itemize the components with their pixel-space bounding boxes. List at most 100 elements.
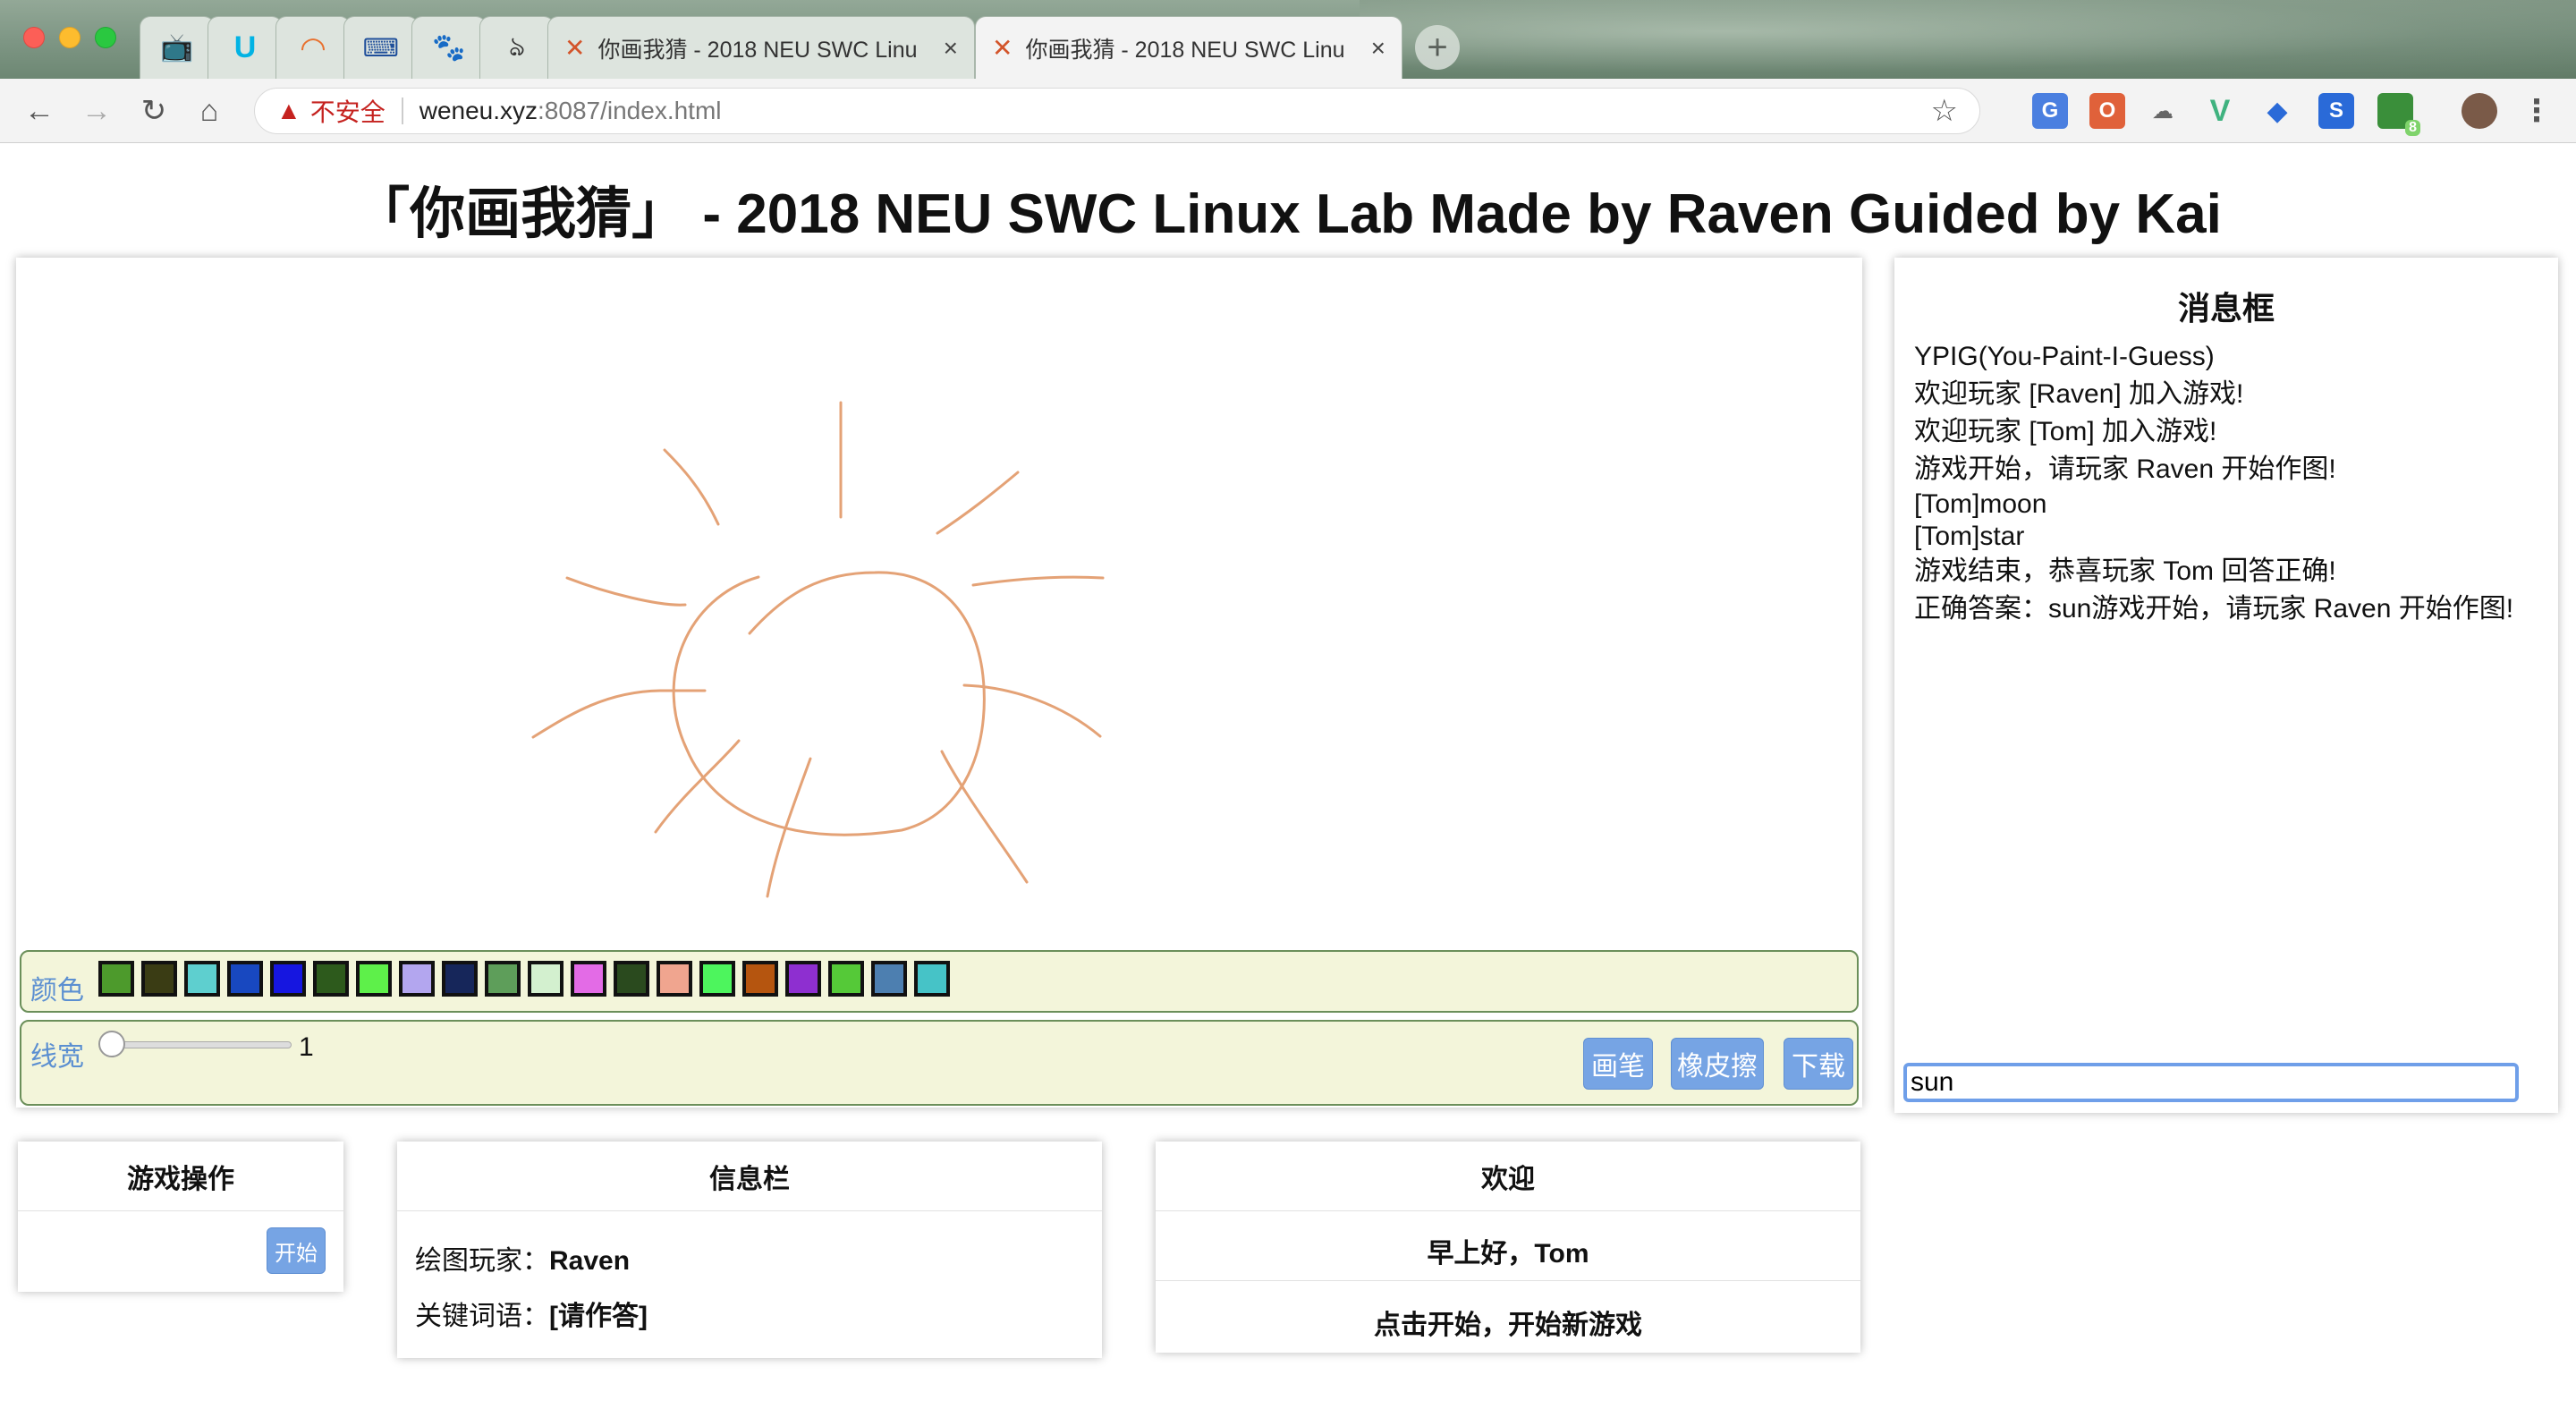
message-line: [Tom]star	[1914, 522, 2025, 551]
color-swatch[interactable]	[399, 961, 435, 997]
message-line: YPIG(You-Paint-I-Guess)	[1914, 342, 2215, 371]
keyword-value: [请作答]	[549, 1302, 648, 1331]
tab-close-icon[interactable]: ×	[944, 34, 958, 63]
tab-1[interactable]: ✕ 你画我猜 - 2018 NEU SWC Linu ×	[547, 16, 975, 79]
tab-close-icon[interactable]: ×	[1371, 34, 1385, 63]
reload-button[interactable]: ↻	[134, 91, 174, 131]
drawing-canvas[interactable]	[16, 258, 1862, 946]
browser-chrome: 📺 U ◠ ⌨ 🐾 ঌ ✕ 你画我猜 - 2018 NEU SWC Linu ×…	[0, 0, 2576, 143]
guess-input[interactable]	[1903, 1063, 2519, 1102]
welcome-panel: 欢迎 早上好，Tom 点击开始，开始新游戏	[1156, 1142, 1860, 1353]
keyword-label: 关键词语：	[415, 1302, 549, 1331]
tab-2[interactable]: ✕ 你画我猜 - 2018 NEU SWC Linu ×	[975, 16, 1402, 79]
loading-icon: ◠	[300, 30, 326, 65]
menu-kebab-icon[interactable]: ⋮	[2519, 93, 2555, 129]
tab-title: 你画我猜 - 2018 NEU SWC Linu	[1025, 37, 1345, 63]
color-palette-row: 颜色	[20, 950, 1859, 1013]
browser-toolbar: ← → ↻ ⌂ ▲ 不安全 weneu.xyz :8087/index.html…	[0, 79, 2576, 143]
game-operations-title: 游戏操作	[18, 1142, 343, 1211]
grid-extension-icon[interactable]: 8	[2377, 93, 2420, 136]
arrow-right-icon: →	[81, 93, 112, 128]
window-minimize-button[interactable]	[59, 27, 80, 48]
color-swatch[interactable]	[485, 961, 521, 997]
sun-ray-stroke	[663, 448, 720, 526]
extension-badge: 8	[2405, 120, 2420, 136]
line-width-row: 线宽 1 画笔 橡皮擦 下载	[20, 1020, 1859, 1106]
color-swatch[interactable]	[356, 961, 392, 997]
color-swatch[interactable]	[528, 961, 564, 997]
forward-button[interactable]: →	[77, 91, 116, 131]
message-box-title: 消息框	[2177, 290, 2275, 327]
sun-ray-stroke	[654, 739, 741, 834]
address-bar[interactable]: ▲ 不安全 weneu.xyz :8087/index.html ☆	[254, 88, 1980, 134]
arrow-left-icon: ←	[24, 93, 55, 128]
home-button[interactable]: ⌂	[190, 91, 229, 131]
color-swatch[interactable]	[614, 961, 649, 997]
cloud-extension-icon[interactable]: ☁	[2145, 93, 2181, 129]
sun-circle-stroke	[672, 571, 986, 836]
color-swatch[interactable]	[270, 961, 306, 997]
window-close-button[interactable]	[23, 27, 45, 48]
new-tab-button[interactable]: +	[1415, 25, 1460, 70]
message-line: 欢迎玩家 [Tom] 加入游戏!	[1914, 417, 2217, 446]
pinned-tab-devtools[interactable]: ⌨	[343, 16, 419, 79]
warning-icon: ▲	[276, 97, 301, 124]
message-box: 消息框 YPIG(You-Paint-I-Guess) 欢迎玩家 [Raven]…	[1894, 258, 2558, 1113]
back-button[interactable]: ←	[20, 91, 59, 131]
sun-ray-stroke	[940, 750, 1029, 884]
url-path: :8087/index.html	[538, 97, 722, 124]
window-maximize-button[interactable]	[95, 27, 116, 48]
keyword-info: 关键词语：[请作答]	[415, 1294, 648, 1333]
color-swatch[interactable]	[785, 961, 821, 997]
bookmark-star-icon[interactable]: ☆	[1931, 93, 1958, 129]
color-swatch[interactable]	[699, 961, 735, 997]
url-host: weneu.xyz	[419, 97, 538, 124]
line-width-slider[interactable]	[106, 1041, 292, 1048]
drawer-info: 绘图玩家：Raven	[415, 1238, 630, 1277]
color-swatch[interactable]	[914, 961, 950, 997]
sun-ray-stroke	[766, 757, 812, 898]
security-label: 不安全	[309, 98, 386, 126]
line-width-slider-thumb[interactable]	[98, 1031, 125, 1057]
color-swatch[interactable]	[657, 961, 692, 997]
office-extension-icon[interactable]: O	[2089, 93, 2125, 129]
vue-devtools-icon[interactable]: V	[2202, 93, 2238, 129]
pen-button[interactable]: 画笔	[1583, 1038, 1653, 1090]
message-line: 正确答案：sun游戏开始，请玩家 Raven 开始作图!	[1914, 594, 2514, 624]
eraser-button[interactable]: 橡皮擦	[1671, 1038, 1764, 1090]
color-swatch[interactable]	[313, 961, 349, 997]
download-button[interactable]: 下载	[1784, 1038, 1853, 1090]
message-line: 游戏开始，请玩家 Raven 开始作图!	[1914, 454, 2336, 484]
pinned-tab-loading[interactable]: ◠	[275, 16, 351, 79]
color-swatch[interactable]	[184, 961, 220, 997]
color-swatch[interactable]	[98, 961, 134, 997]
tv-icon: 📺	[160, 33, 194, 63]
message-line: 欢迎玩家 [Raven] 加入游戏!	[1914, 379, 2244, 409]
greeting-text: 早上好，Tom	[1427, 1239, 1589, 1269]
color-swatch[interactable]	[871, 961, 907, 997]
info-panel: 信息栏 绘图玩家：Raven 关键词语：[请作答]	[397, 1142, 1102, 1358]
reload-icon: ↻	[140, 94, 167, 128]
pinned-tab-tv[interactable]: 📺	[140, 16, 215, 79]
color-swatch[interactable]	[141, 961, 177, 997]
color-swatch[interactable]	[571, 961, 606, 997]
sun-ray-stroke	[936, 471, 1020, 535]
color-swatch[interactable]	[442, 961, 478, 997]
tab-title: 你画我猜 - 2018 NEU SWC Linu	[597, 37, 918, 63]
paint-favicon-icon: ✕	[992, 34, 1013, 62]
welcome-title: 欢迎	[1156, 1142, 1860, 1211]
s-extension-icon[interactable]: S	[2318, 93, 2354, 129]
translate-extension-icon[interactable]: G	[2032, 93, 2068, 129]
tab-strip: 📺 U ◠ ⌨ 🐾 ঌ ✕ 你画我猜 - 2018 NEU SWC Linu ×…	[0, 0, 2576, 79]
color-swatch[interactable]	[227, 961, 263, 997]
start-button[interactable]: 开始	[267, 1227, 326, 1274]
color-swatch[interactable]	[828, 961, 864, 997]
pinned-tab-udacity[interactable]: U	[208, 16, 283, 79]
graduation-cap-icon[interactable]: ◆	[2259, 93, 2295, 129]
pinned-tab-gesture[interactable]: ঌ	[479, 16, 555, 79]
color-swatch[interactable]	[742, 961, 778, 997]
profile-avatar[interactable]	[2462, 93, 2497, 129]
pinned-tab-baidu[interactable]: 🐾	[411, 16, 487, 79]
page-title: 「你画我猜」 - 2018 NEU SWC Linux Lab Made by …	[354, 183, 2222, 245]
drawing-board: 颜色 线宽 1 画笔 橡皮擦 下载	[16, 258, 1862, 1108]
